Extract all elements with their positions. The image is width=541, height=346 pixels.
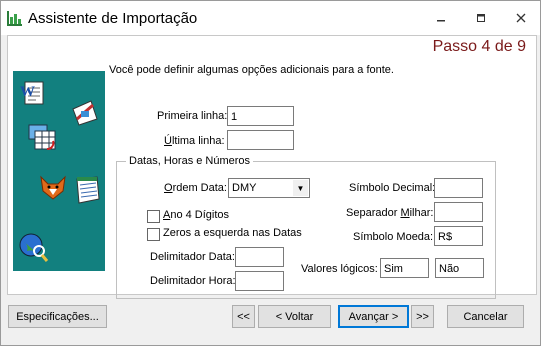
minimize-icon [437, 20, 445, 22]
next-button[interactable]: Avançar > [338, 305, 409, 328]
close-button[interactable] [506, 7, 536, 29]
wizard-content: Passo 4 de 9 W Você pode definir algumas… [7, 35, 537, 299]
thousands-separator-input[interactable] [434, 202, 483, 222]
date-delimiter-label: Delimitador Data: [150, 251, 235, 263]
minimize-button[interactable] [426, 7, 456, 29]
last-line-input[interactable] [227, 130, 294, 150]
close-icon [516, 13, 526, 23]
step-indicator: Passo 4 de 9 [432, 38, 526, 55]
decimal-symbol-label: Símbolo Decimal: [349, 182, 436, 194]
spreadsheet-icon [28, 124, 56, 150]
intro-text: Você pode definir algumas opções adicion… [109, 64, 394, 76]
drawing-tool-icon [72, 100, 98, 126]
first-line-label: Primeira linha: [157, 110, 228, 122]
currency-symbol-input[interactable]: R$ [434, 226, 483, 246]
globe-search-icon [19, 233, 49, 262]
logical-true-input[interactable]: Sim [380, 258, 429, 278]
logical-false-input[interactable]: Não [435, 258, 484, 278]
svg-text:W: W [20, 84, 35, 100]
dropdown-arrow-icon[interactable]: ▼ [293, 180, 308, 196]
last-line-label: Última linha: [164, 135, 225, 147]
foxpro-fox-icon [40, 175, 66, 200]
maximize-button[interactable] [466, 7, 496, 29]
decimal-symbol-input[interactable] [434, 178, 483, 198]
last-step-button[interactable]: >> [411, 305, 434, 328]
leading-zeros-checkbox[interactable] [147, 228, 160, 241]
date-order-label: Ordem Data: [164, 182, 227, 194]
currency-symbol-label: Símbolo Moeda: [353, 231, 434, 243]
first-step-button[interactable]: << [232, 305, 255, 328]
app-icon [7, 11, 22, 26]
leading-zeros-label: Zeros a esquerda nas Datas [163, 227, 302, 239]
thousands-separator-label: Separador Milhar: [346, 207, 434, 219]
import-wizard-window: Assistente de Importação Passo 4 de 9 W [0, 0, 541, 346]
year-4-digits-label: Ano 4 Dígitos [163, 209, 230, 221]
maximize-icon [477, 14, 485, 22]
date-order-select[interactable]: DMY ▼ [228, 178, 310, 198]
date-delimiter-input[interactable] [235, 247, 284, 267]
date-order-value: DMY [232, 182, 257, 194]
sidebar-image-panel: W [13, 71, 105, 271]
notepad-icon [76, 176, 100, 204]
group-title: Datas, Horas e Números [126, 155, 254, 167]
cancel-button[interactable]: Cancelar [447, 305, 524, 328]
word-document-icon: W [20, 81, 44, 105]
back-button[interactable]: < Voltar [258, 305, 331, 328]
title-bar: Assistente de Importação [1, 1, 540, 35]
specifications-button[interactable]: Especificações... [8, 305, 107, 328]
window-title: Assistente de Importação [28, 10, 198, 27]
first-line-input[interactable]: 1 [227, 106, 294, 126]
time-delimiter-input[interactable] [235, 271, 284, 291]
logical-values-label: Valores lógicos: [301, 263, 378, 275]
time-delimiter-label: Delimitador Hora: [150, 275, 236, 287]
year-4-digits-checkbox[interactable] [147, 210, 160, 223]
